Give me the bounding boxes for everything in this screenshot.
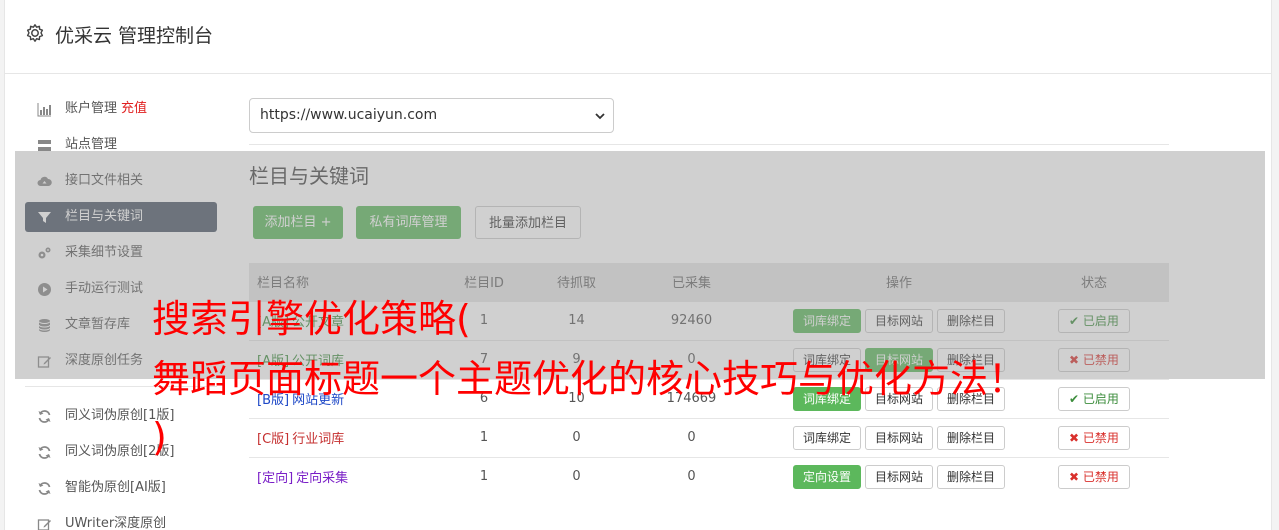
gear-icon	[26, 24, 44, 42]
overlay-headline-2: 舞蹈页面标题一个主题优化的核心技巧与优化方法！	[152, 357, 1027, 401]
pending-count[interactable]: 0	[549, 456, 604, 496]
status-toggle[interactable]: ✖ 已禁用	[1058, 425, 1130, 450]
recharge-link[interactable]: 充值	[121, 101, 147, 116]
column-name-link[interactable]: 定向采集	[296, 471, 348, 486]
sidebar-item-uwriter[interactable]: UWriter深度原创	[25, 509, 217, 530]
status-toggle[interactable]: ✖ 已禁用	[1058, 464, 1130, 489]
pending-count[interactable]: 0	[549, 417, 604, 457]
delete-column-button[interactable]: 删除栏目	[937, 464, 1006, 489]
refresh-icon	[37, 409, 52, 424]
sidebar-item-label: 账户管理	[65, 101, 118, 116]
grey-overlay	[15, 151, 1265, 379]
status-toggle[interactable]: ✔ 已启用	[1058, 386, 1130, 411]
status-label: 已禁用	[1082, 430, 1119, 445]
site-select[interactable]: https://www.ucaiyun.com	[249, 98, 614, 133]
collected-count: 0	[604, 417, 779, 457]
table-row: [定向] 定向采集 1 0 0 定向设置 目标网站 删除栏目 ✖ 已禁用	[249, 456, 1169, 496]
refresh-icon	[37, 481, 52, 496]
lexicon-bind-button[interactable]: 词库绑定	[792, 425, 861, 450]
table-row: [C版] 行业词库 1 0 0 词库绑定 目标网站 删除栏目 ✖ 已禁用	[249, 417, 1169, 457]
content-divider	[249, 144, 1169, 145]
overlay-headline-1: 搜索引擎优化策略(	[152, 297, 471, 341]
page-title: 优采云 管理控制台	[55, 25, 214, 47]
bar-chart-icon	[37, 102, 52, 117]
chevron-down-icon	[595, 113, 605, 120]
column-tag: [C版]	[257, 432, 290, 447]
edit-icon	[37, 517, 52, 530]
column-id: 1	[419, 417, 549, 457]
status-label: 已禁用	[1082, 469, 1119, 484]
refresh-icon	[37, 445, 52, 460]
overlay-headline-3: )	[152, 415, 167, 459]
collected-count: 0	[604, 456, 779, 496]
sidebar-item-label: 站点管理	[65, 137, 118, 152]
sidebar-item-account[interactable]: 账户管理 充值	[25, 94, 217, 124]
sidebar-item-synonym-v1[interactable]: 同义词伪原创[1版]	[25, 401, 217, 431]
sidebar-item-ai-rewrite[interactable]: 智能伪原创[AI版]	[25, 473, 217, 503]
column-name-link[interactable]: 行业词库	[292, 432, 344, 447]
sidebar-item-label: UWriter深度原创	[65, 516, 167, 530]
sidebar-item-label: 智能伪原创[AI版]	[65, 480, 166, 495]
delete-column-button[interactable]: 删除栏目	[937, 425, 1006, 450]
sidebar-item-synonym-v2[interactable]: 同义词伪原创[2版]	[25, 437, 217, 467]
target-site-button[interactable]: 目标网站	[864, 464, 933, 489]
column-id: 1	[419, 456, 549, 496]
page-header: 优采云 管理控制台	[5, 0, 1271, 74]
status-label: 已启用	[1082, 391, 1119, 406]
column-tag: [定向]	[257, 471, 294, 487]
directed-settings-button[interactable]: 定向设置	[792, 464, 861, 489]
target-site-button[interactable]: 目标网站	[864, 425, 933, 450]
site-select-value: https://www.ucaiyun.com	[260, 107, 438, 123]
